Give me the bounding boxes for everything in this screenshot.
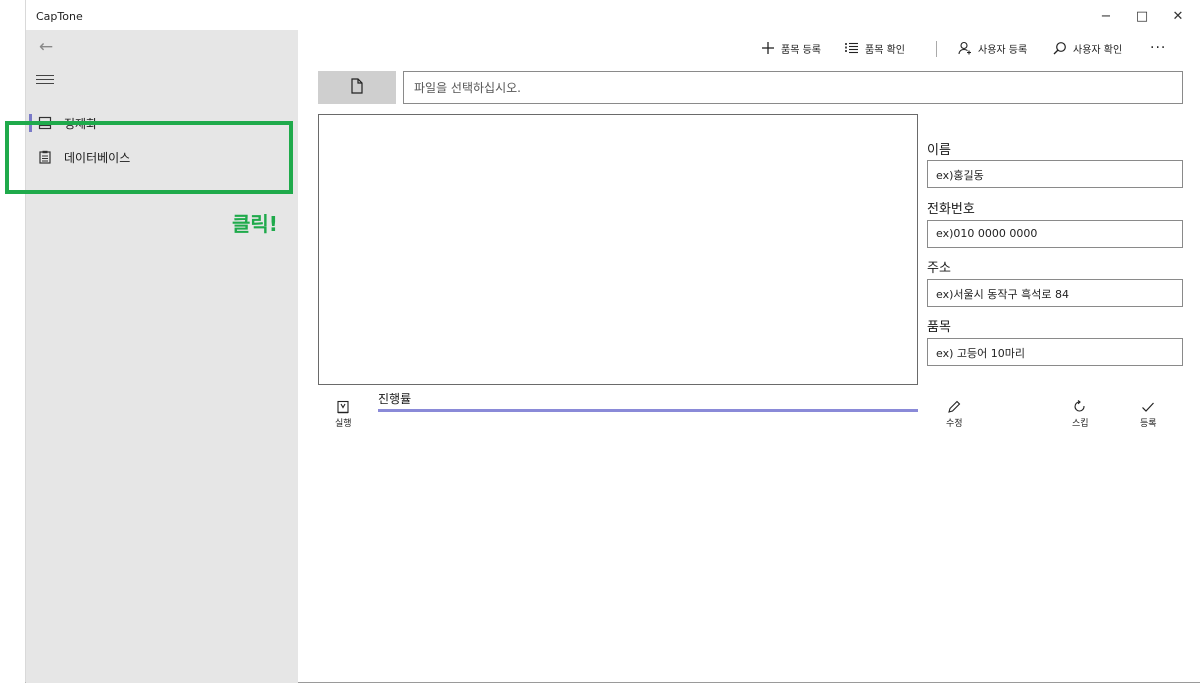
hamburger-button[interactable]: [34, 72, 56, 88]
close-button[interactable]: ✕: [1160, 5, 1196, 27]
add-user-icon: [958, 41, 972, 55]
title-bar: CapTone − □ ✕: [26, 0, 1200, 30]
check-icon: [1141, 398, 1155, 416]
click-highlight-box: [5, 121, 293, 194]
minimize-button[interactable]: −: [1088, 5, 1124, 27]
view-users-button[interactable]: 사용자 확인: [1053, 38, 1122, 58]
run-icon: [336, 398, 350, 416]
progress-bar: [378, 409, 918, 412]
redo-icon: [1073, 398, 1087, 416]
phone-input[interactable]: ex)010 0000 0000: [927, 220, 1183, 248]
skip-button[interactable]: 스킵: [1072, 398, 1089, 429]
add-item-button[interactable]: 품목 등록: [761, 38, 821, 58]
back-arrow-icon: ←: [38, 37, 54, 57]
register-button[interactable]: 등록: [1140, 398, 1157, 429]
edit-button[interactable]: 수정: [946, 398, 963, 429]
new-file-icon: [350, 77, 364, 98]
back-button[interactable]: ←: [32, 36, 60, 58]
file-path-input[interactable]: 파일을 선택하십시오.: [403, 71, 1183, 104]
image-preview-area: [318, 114, 918, 385]
progress-fill: [378, 409, 918, 412]
more-button[interactable]: ···: [1150, 38, 1166, 58]
register-label: 등록: [1140, 419, 1157, 429]
add-user-label: 사용자 등록: [978, 44, 1028, 56]
add-user-button[interactable]: 사용자 등록: [958, 38, 1027, 58]
progress-label: 진행률: [378, 392, 412, 406]
run-button[interactable]: 실행: [335, 398, 352, 429]
run-label: 실행: [335, 419, 352, 429]
name-input[interactable]: ex)홍길동: [927, 160, 1183, 188]
edit-label: 수정: [946, 419, 963, 429]
view-items-label: 품목 확인: [865, 44, 905, 56]
search-icon: [1053, 41, 1067, 55]
pencil-icon: [947, 398, 961, 416]
name-label: 이름: [927, 143, 951, 158]
address-label: 주소: [927, 261, 951, 276]
app-title: CapTone: [36, 10, 83, 23]
list-icon: [845, 41, 859, 55]
app-window: CapTone − □ ✕ ← 정제화 데이터베이스 품목 등록 품목 확인 사…: [25, 0, 1200, 683]
address-input[interactable]: ex)서울시 동작구 흑석로 84: [927, 279, 1183, 307]
view-users-label: 사용자 확인: [1073, 44, 1123, 56]
select-file-button[interactable]: [318, 71, 396, 104]
command-separator: [936, 41, 937, 57]
click-annotation: 클릭!: [232, 212, 278, 236]
item-label: 품목: [927, 320, 951, 335]
skip-label: 스킵: [1072, 419, 1089, 429]
phone-label: 전화번호: [927, 202, 975, 217]
view-items-button[interactable]: 품목 확인: [845, 38, 905, 58]
item-input[interactable]: ex) 고등어 10마리: [927, 338, 1183, 366]
command-bar: 품목 등록 품목 확인 사용자 등록 사용자 확인 ···: [298, 30, 1200, 66]
maximize-button[interactable]: □: [1124, 5, 1160, 27]
plus-icon: [761, 41, 775, 55]
add-item-label: 품목 등록: [781, 44, 821, 56]
